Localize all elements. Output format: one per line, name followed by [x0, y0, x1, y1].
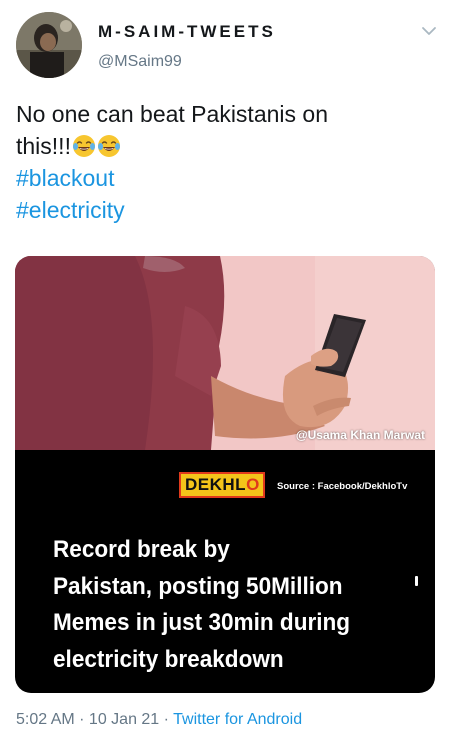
- logo-text-accent: O: [246, 475, 260, 494]
- decorative-mark: [415, 576, 418, 586]
- hashtag-link[interactable]: #electricity: [16, 194, 436, 226]
- tweet-media[interactable]: @Usama Khan Marwat DEKHL O Source : Faceb…: [15, 256, 435, 693]
- avatar[interactable]: [16, 12, 82, 78]
- headline-line: Memes in just 30min during: [53, 609, 351, 636]
- face-with-tears-of-joy-emoji-icon: [72, 135, 95, 157]
- hashtag-link[interactable]: #blackout: [16, 162, 436, 194]
- avatar-image: [16, 12, 82, 78]
- headline-line: electricity breakdown: [53, 645, 284, 673]
- media-headline: Record break by Pakistan, posting 50Mill…: [53, 532, 403, 678]
- media-photo: [15, 256, 435, 450]
- tweet-text-line-with-emoji: this!!!: [16, 130, 436, 162]
- face-with-tears-of-joy-emoji-icon: [97, 135, 120, 157]
- tweet-text-line: this!!!: [16, 133, 71, 159]
- meta-separator: ·: [74, 711, 89, 728]
- tweet-time[interactable]: 5:02 AM: [16, 711, 75, 728]
- chevron-down-icon[interactable]: [420, 24, 438, 38]
- media-source: Source : Facebook/DekhloTv: [277, 481, 408, 492]
- tweet-text-line: No one can beat Pakistanis on: [16, 101, 328, 127]
- meta-separator: ·: [159, 711, 174, 728]
- tweet-date[interactable]: 10 Jan 21: [89, 711, 159, 728]
- dekhlo-logo: DEKHL O: [179, 472, 265, 498]
- media-watermark: @Usama Khan Marwat: [295, 428, 425, 442]
- tweet-text: No one can beat Pakistanis on this!!! #b…: [16, 98, 436, 226]
- tweet-meta: 5:02 AM · 10 Jan 21 · Twitter for Androi…: [16, 711, 302, 729]
- user-handle[interactable]: @MSaim99: [98, 53, 182, 71]
- headline-line: Pakistan, posting 50Million: [53, 572, 343, 600]
- headline-line: Record break by: [53, 536, 230, 563]
- display-name[interactable]: M-SAIM-TWEETS: [98, 22, 276, 42]
- tweet-source-app[interactable]: Twitter for Android: [173, 711, 302, 728]
- logo-text: DEKHL: [185, 475, 247, 494]
